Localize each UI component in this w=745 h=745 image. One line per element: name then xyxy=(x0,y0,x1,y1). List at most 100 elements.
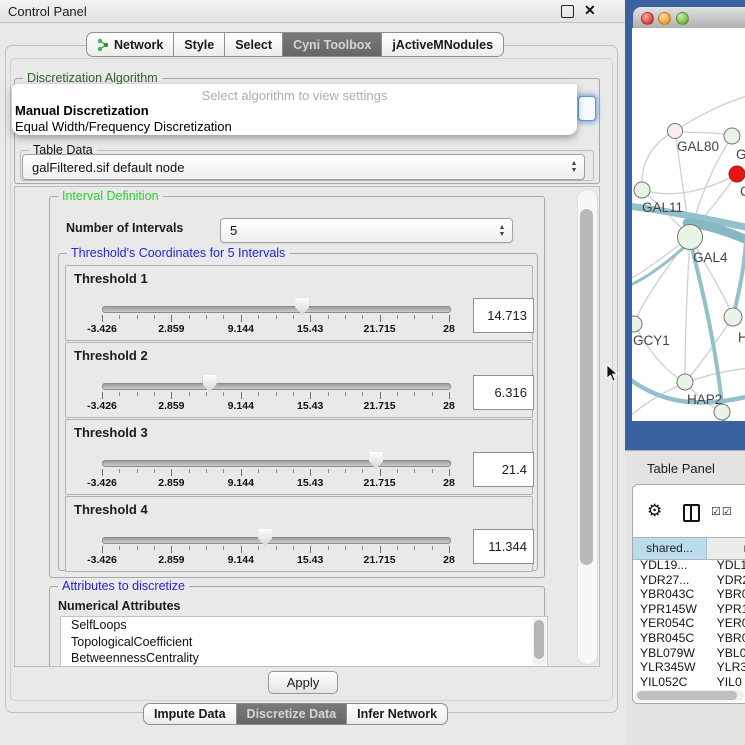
screenshot-root: Control Panel ✕ Network Style Select Cyn… xyxy=(0,0,745,745)
minimize-traffic-light[interactable] xyxy=(658,12,671,25)
threshold-3-panel: Threshold 3 -3.4262.8599.14415.4321.7152… xyxy=(65,419,533,495)
node-gal11[interactable] xyxy=(634,182,650,198)
node-gcy1[interactable] xyxy=(632,316,642,332)
node-gal80[interactable] xyxy=(668,124,683,139)
zoom-traffic-light[interactable] xyxy=(676,12,689,25)
node-top-right[interactable] xyxy=(724,128,740,144)
gear-icon[interactable]: ⚙ xyxy=(647,501,662,521)
table-panel-title: Table Panel xyxy=(647,461,715,476)
node-hap2[interactable] xyxy=(677,374,693,390)
node-gal4[interactable] xyxy=(678,225,703,250)
network-graph: GAL80 G C GAL11 GAL4 GCY1 H HAP2 xyxy=(632,28,745,421)
cell: YBR0 xyxy=(710,587,745,602)
num-intervals-label: Number of Intervals xyxy=(66,221,183,235)
algorithm-dropdown-popup: Select algorithm to view settings Manual… xyxy=(12,84,577,135)
tab-label: Discretize Data xyxy=(247,707,337,721)
table-hscrollbar-thumb[interactable] xyxy=(637,691,737,700)
tab-infer-network[interactable]: Infer Network xyxy=(347,703,448,725)
tab-label: Network xyxy=(114,38,163,52)
table-row[interactable]: YBR043CYBR0 xyxy=(633,587,745,602)
cell: YER0 xyxy=(710,616,745,631)
node-h[interactable] xyxy=(724,308,742,326)
cell: YLR345W xyxy=(633,660,710,675)
cell: YER054C xyxy=(633,616,710,631)
node-label: GAL80 xyxy=(677,139,719,154)
table-header-row: shared... n xyxy=(633,537,745,560)
list-item[interactable]: BetweennessCentrality xyxy=(61,650,547,667)
threshold-label: Threshold 4 xyxy=(74,502,148,517)
node-label: H xyxy=(738,330,745,345)
list-item[interactable]: TopologicalCoefficient xyxy=(61,634,547,651)
thresholds-group: Threshold's Coordinates for 5 Intervals … xyxy=(58,253,538,571)
control-panel-titlebar: Control Panel ✕ xyxy=(0,0,625,23)
group-title: Attributes to discretize xyxy=(58,579,189,594)
cell: YBR045C xyxy=(633,631,710,646)
slider-track[interactable] xyxy=(102,537,451,544)
table-row[interactable]: YDL19...YDL1 xyxy=(633,558,745,573)
dropdown-option-equal-width[interactable]: Equal Width/Frequency Discretization xyxy=(15,119,232,134)
mouse-cursor xyxy=(606,364,618,382)
tab-impute-data[interactable]: Impute Data xyxy=(143,703,237,725)
column-header-name[interactable]: n xyxy=(707,538,745,559)
table-row[interactable]: YER054CYER0 xyxy=(633,616,745,631)
slider-track[interactable] xyxy=(102,306,451,313)
tab-style[interactable]: Style xyxy=(174,32,225,57)
tab-network[interactable]: Network xyxy=(86,32,174,57)
settings-scroll-area: Interval Definition Number of Intervals … xyxy=(14,186,600,667)
table-row[interactable]: YDR27...YDR2 xyxy=(633,573,745,588)
float-window-icon[interactable] xyxy=(561,5,574,18)
table-data-combobox[interactable]: galFiltered.sif default node ▲▼ xyxy=(22,154,585,180)
group-title: Threshold's Coordinates for 5 Intervals xyxy=(67,246,289,261)
table-row[interactable]: YLR345WYLR3 xyxy=(633,660,745,675)
node-label: GAL11 xyxy=(642,200,683,215)
network-canvas[interactable]: GAL80 G C GAL11 GAL4 GCY1 H HAP2 xyxy=(632,28,745,421)
tab-cyni-toolbox[interactable]: Cyni Toolbox xyxy=(283,32,382,57)
cell: YPR1 xyxy=(710,602,745,617)
table-hscrollbar[interactable] xyxy=(635,690,744,701)
threshold-2-panel: Threshold 2 -3.4262.8599.14415.4321.7152… xyxy=(65,342,533,418)
network-icon xyxy=(97,38,109,52)
apply-button[interactable]: Apply xyxy=(268,671,338,694)
node-label: GAL4 xyxy=(693,250,728,265)
node-red-selected[interactable] xyxy=(729,166,745,182)
split-columns-icon[interactable] xyxy=(683,504,700,522)
numerical-attributes-label: Numerical Attributes xyxy=(58,599,180,613)
settings-scrollbar[interactable] xyxy=(577,189,598,665)
table-row[interactable]: YPR145WYPR1 xyxy=(633,602,745,617)
table-row[interactable]: YBL079WYBL0 xyxy=(633,646,745,661)
cell: YDL1 xyxy=(710,558,745,573)
close-traffic-light[interactable] xyxy=(641,12,654,25)
tab-select[interactable]: Select xyxy=(225,32,283,57)
list-scrollbar[interactable] xyxy=(533,618,546,665)
dropdown-option-manual[interactable]: Manual Discretization xyxy=(15,103,149,118)
table-row[interactable]: YBR045CYBR0 xyxy=(633,631,745,646)
tab-jactivemnodules[interactable]: jActiveMNodules xyxy=(382,32,504,57)
slider-track[interactable] xyxy=(102,460,451,467)
threshold-label: Threshold 2 xyxy=(74,348,148,363)
cell: YDR27... xyxy=(633,573,710,588)
combobox-value: galFiltered.sif default node xyxy=(23,160,566,175)
threshold-value-field[interactable]: 14.713 xyxy=(473,298,534,333)
column-header-shared[interactable]: shared... xyxy=(633,538,707,559)
list-scrollbar-thumb[interactable] xyxy=(534,620,544,659)
num-intervals-combobox[interactable]: 5 ▲▼ xyxy=(220,218,513,243)
cell: YDR2 xyxy=(710,573,745,588)
table-row[interactable]: YIL052CYIL0 xyxy=(633,675,745,690)
algorithm-combobox-stepper[interactable] xyxy=(578,96,596,121)
attributes-group: Attributes to discretize Numerical Attri… xyxy=(49,586,545,667)
close-icon[interactable]: ✕ xyxy=(584,2,596,19)
checkboxes-icon[interactable]: ☑☑ xyxy=(711,505,733,518)
cell: YBL0 xyxy=(710,646,745,661)
threshold-value-field[interactable]: 21.4 xyxy=(473,452,534,487)
list-item[interactable]: SelfLoops xyxy=(61,617,547,634)
settings-scrollbar-thumb[interactable] xyxy=(580,209,593,565)
threshold-value-field[interactable]: 6.316 xyxy=(473,375,534,410)
combobox-stepper-icon: ▲▼ xyxy=(494,224,512,238)
cell: YBR0 xyxy=(710,631,745,646)
tab-label: Impute Data xyxy=(154,707,226,721)
node-label: C xyxy=(740,184,745,199)
slider-track[interactable] xyxy=(102,383,451,390)
threshold-value-field[interactable]: 11.344 xyxy=(473,529,534,564)
cell: YPR145W xyxy=(633,602,710,617)
tab-discretize-data[interactable]: Discretize Data xyxy=(237,703,348,725)
